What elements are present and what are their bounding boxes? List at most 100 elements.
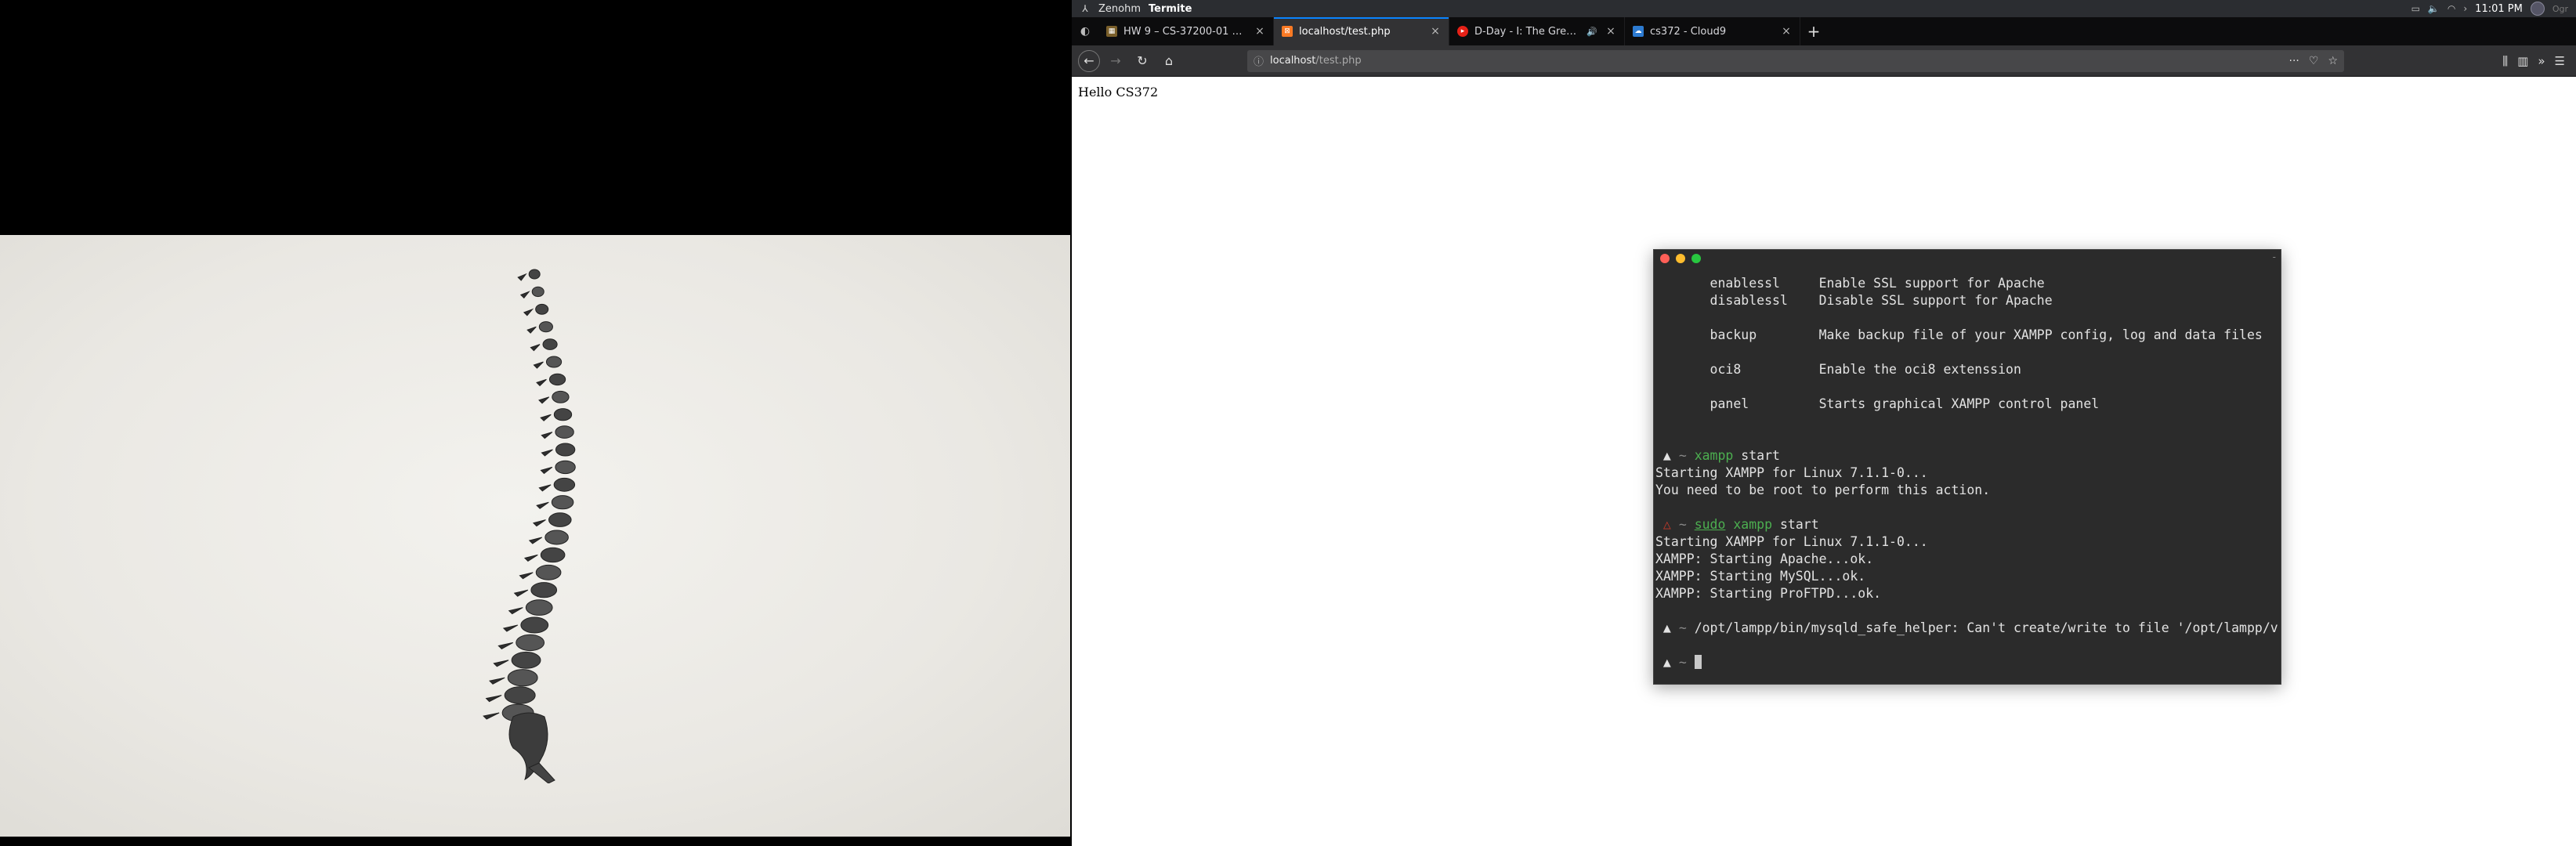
minimize-window-button[interactable] [1676,254,1685,263]
prompt-cwd: ~ [1678,620,1695,635]
terminal-window[interactable]: - enablessl Enable SSL support for Apach… [1653,249,2281,685]
sudo-command: sudo [1694,517,1726,532]
command-args: start [1772,517,1819,532]
spinous-process [530,344,541,352]
active-app-label[interactable]: Termite [1149,3,1192,15]
cloud9-favicon-icon: ☁ [1633,26,1644,37]
command-name: xampp [1733,517,1773,532]
close-window-button[interactable] [1660,254,1670,263]
terminal-prompt-line: ▲ ~ xampp start [1655,447,2281,465]
forward-button[interactable]: → [1105,50,1127,72]
spinous-process [489,677,505,685]
vertebra [548,512,572,527]
spinous-process [541,449,553,457]
terminal-line: XAMPP: Starting ProFTPD...ok. [1655,586,1882,601]
spinous-process [493,660,509,667]
vertebra [535,303,549,315]
vertebra [545,530,569,545]
tab-title: cs372 - Cloud9 [1650,25,1727,38]
vertebra [507,669,538,687]
maximize-window-button[interactable] [1691,254,1701,263]
vertebra [530,582,558,598]
prompt-ok-icon: ▲ [1655,620,1679,635]
spinous-process [517,273,527,281]
tab-localhost[interactable]: ⊠ localhost/test.php × [1274,17,1449,45]
terminal-line: Starting XAMPP for Linux 7.1.1-0... [1655,465,1928,480]
terminal-line: XAMPP: Starting MySQL...ok. [1655,569,1866,584]
tab-youtube[interactable]: ▸ D-Day - I: The Great Cr 🔊 × [1449,17,1625,45]
vertebra [540,547,566,563]
battery-icon[interactable]: ▭ [2411,3,2420,14]
tab-overview-icon[interactable]: ◐ [1072,17,1098,45]
terminal-prompt-line: △ ~ sudo xampp start [1655,516,2281,533]
terminal-cursor [1694,655,1702,669]
spinous-process [536,378,547,387]
volume-icon[interactable]: 🔈 [2428,3,2440,14]
page-actions-icon[interactable]: ··· [2289,55,2299,67]
vertebra [545,356,563,368]
info-icon[interactable]: ⓘ [1254,53,1264,68]
url-bar[interactable]: ⓘ localhost /test.php ··· ♡ ☆ [1247,49,2344,72]
right-monitor: ⅄ Zenohm Termite ▭ 🔈 ◠ › 11:01 PM Ogr ◐ … [1072,0,2576,846]
spinous-process [519,572,534,580]
terminal-line: backup Make backup file of your XAMPP co… [1655,327,2263,342]
prompt-ok-icon: ▲ [1655,448,1679,463]
spinous-process [483,712,500,720]
spinous-process [533,361,544,369]
home-button[interactable]: ⌂ [1158,50,1180,72]
vertebra [520,616,549,634]
tab-hw9[interactable]: ▦ HW 9 – CS-37200-01 Web × [1098,17,1274,45]
vertebra [504,686,536,704]
library-icon[interactable]: ⫼ [2502,54,2508,68]
clock[interactable]: 11:01 PM [2475,3,2523,15]
pocket-icon[interactable]: ♡ [2309,55,2319,67]
vertebra [553,408,573,421]
vertebra [511,651,541,669]
user-icon[interactable]: ⅄ [1080,3,1091,14]
user-initials: Ogr [2552,3,2568,14]
youtube-favicon-icon: ▸ [1457,26,1468,37]
prompt-cwd: ~ [1678,655,1695,670]
hamburger-menu-icon[interactable]: ☰ [2555,54,2565,68]
terminal-titlebar[interactable]: - [1654,250,2281,267]
chevron-right-icon[interactable]: › [2463,3,2467,14]
close-icon[interactable]: × [1781,25,1792,38]
bookmark-star-icon[interactable]: ☆ [2328,55,2338,67]
spinous-process [523,308,534,316]
vertebra [535,564,562,580]
page-content: Hello CS372 - enablessl Enable SSL suppo… [1072,77,2576,846]
close-icon[interactable]: × [1430,25,1441,38]
new-tab-button[interactable]: + [1800,17,1827,45]
avatar[interactable] [2530,2,2545,16]
url-host: localhost [1270,55,1316,67]
vertebra [542,338,558,350]
spinous-process [508,607,523,615]
left-monitor [0,0,1070,846]
close-icon[interactable]: × [1605,25,1616,38]
close-icon[interactable]: × [1254,25,1265,38]
vertebra [528,269,541,280]
overflow-chevron-icon[interactable]: » [2538,54,2545,68]
terminal-line: Starting XAMPP for Linux 7.1.1-0... [1655,534,1928,549]
terminal-output[interactable]: enablessl Enable SSL support for Apache … [1654,267,2281,679]
tab-title: localhost/test.php [1299,25,1391,38]
workspace-label[interactable]: Zenohm [1098,3,1141,15]
reload-button[interactable]: ↻ [1131,50,1153,72]
terminal-line: enablessl Enable SSL support for Apache [1655,276,2045,291]
tab-cloud9[interactable]: ☁ cs372 - Cloud9 × [1625,17,1800,45]
back-button[interactable]: ← [1078,49,1100,72]
terminal-line: You need to be root to perform this acti… [1655,483,1991,497]
spinous-process [513,589,529,597]
prompt-cwd: ~ [1678,448,1695,463]
vertebra [555,425,574,439]
sidebar-icon[interactable]: ▥ [2517,54,2528,68]
network-icon[interactable]: ◠ [2448,3,2455,14]
window-menu-icon[interactable]: - [2273,251,2276,262]
speaker-icon[interactable]: 🔊 [1586,27,1597,37]
navigation-toolbar: ← → ↻ ⌂ ⓘ localhost /test.php ··· ♡ ☆ ⫼ … [1072,45,2576,77]
